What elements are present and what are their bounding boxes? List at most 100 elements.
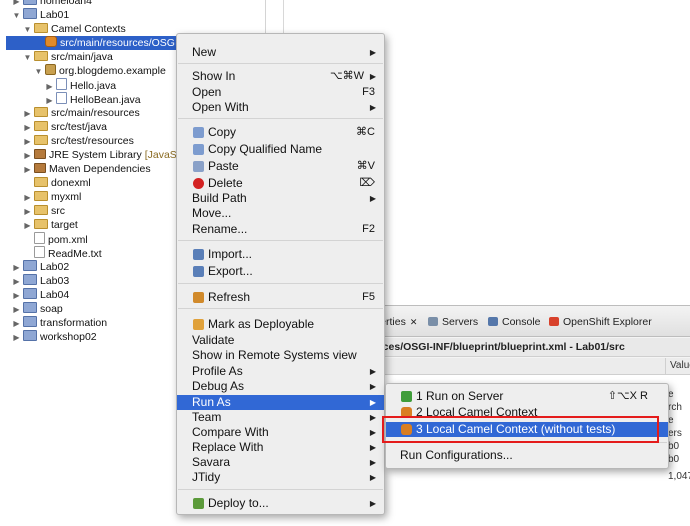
expanded-arrow-icon[interactable]: ▼ <box>12 9 21 23</box>
tree-item-src-test-java[interactable]: ▶ src/test/java <box>23 120 107 134</box>
menu-item-open[interactable]: Open F3 <box>177 85 384 100</box>
menu-item-deploy-to[interactable]: Deploy to... ▶ <box>177 496 384 511</box>
menu-item-copy-qualified-name[interactable]: Copy Qualified Name <box>177 142 384 157</box>
tree-item-label: Lab04 <box>40 289 70 301</box>
collapsed-arrow-icon[interactable]: ▶ <box>23 205 32 219</box>
tree-item-transformation[interactable]: ▶ transformation <box>12 316 107 330</box>
menu-item-build-path[interactable]: Build Path ▶ <box>177 191 384 206</box>
tree-item-readme-txt[interactable]: ReadMe.txt <box>23 246 102 260</box>
tree-item-lab02[interactable]: ▶ Lab02 <box>12 260 69 274</box>
tree-item-label: Lab01 <box>40 9 70 21</box>
menu-item-new[interactable]: New ▶ <box>177 45 384 60</box>
tree-item-pom-xml[interactable]: pom.xml <box>23 232 88 246</box>
collapsed-arrow-icon[interactable]: ▶ <box>23 149 32 163</box>
menu-item-validate[interactable]: Validate <box>177 333 384 348</box>
deploy-to-icon <box>193 498 204 509</box>
collapsed-arrow-icon[interactable]: ▶ <box>12 317 21 331</box>
menu-item-show-in-remote-systems-view[interactable]: Show in Remote Systems view <box>177 348 384 363</box>
tree-item-hello-java[interactable]: ▶ Hello.java <box>45 78 116 92</box>
tree-item-maven-dependencies[interactable]: ▶ Maven Dependencies <box>23 162 151 176</box>
proj-icon <box>23 274 37 285</box>
tree-item-hellobean-java[interactable]: ▶ HelloBean.java <box>45 92 141 106</box>
menu-item-delete[interactable]: Delete ⌦ <box>177 176 384 191</box>
tree-item-lab04[interactable]: ▶ Lab04 <box>12 288 69 302</box>
menu-item-label: JTidy <box>192 470 221 484</box>
menu-item-refresh[interactable]: Refresh F5 <box>177 290 384 305</box>
tree-item-src-test-resources[interactable]: ▶ src/test/resources <box>23 134 134 148</box>
context-menu[interactable]: New ▶ Show In ⌥⌘W ▶ Open F3 Open With ▶ Copy ⌘C Cop… <box>176 33 385 515</box>
tree-item-label: src <box>51 205 65 217</box>
collapsed-arrow-icon[interactable]: ▶ <box>23 163 32 177</box>
menu-shortcut: ⌘C <box>356 126 375 138</box>
server-run-icon <box>401 391 412 402</box>
refresh-icon <box>193 292 204 303</box>
tree-item-lab01[interactable]: ▼ Lab01 <box>12 8 69 22</box>
menu-item-move[interactable]: Move... <box>177 206 384 221</box>
tree-item-camel-contexts[interactable]: ▼ Camel Contexts <box>23 22 126 36</box>
collapsed-arrow-icon[interactable]: ▶ <box>12 303 21 317</box>
menu-item-run-as[interactable]: Run As ▶ <box>177 395 384 410</box>
proj-icon <box>23 0 37 5</box>
menu-item-show-in[interactable]: Show In ⌥⌘W ▶ <box>177 69 384 84</box>
submenu-arrow-icon: ▶ <box>369 413 376 422</box>
folder-icon <box>34 219 48 229</box>
tree-item-workshop02[interactable]: ▶ workshop02 <box>12 330 97 344</box>
run-as-item-1-run-on-server[interactable]: 1 Run on Server ⇧⌥X R <box>386 389 668 404</box>
collapsed-arrow-icon[interactable]: ▶ <box>23 107 32 121</box>
menu-item-jtidy[interactable]: JTidy ▶ <box>177 470 384 485</box>
property-value[interactable]: 1,047 <box>668 471 690 482</box>
close-icon[interactable]: ✕ <box>410 317 418 327</box>
expanded-arrow-icon[interactable]: ▼ <box>34 65 43 79</box>
menu-item-compare-with[interactable]: Compare With ▶ <box>177 425 384 440</box>
tree-item-src-main-java[interactable]: ▼ src/main/java <box>23 50 113 64</box>
property-value[interactable]: rch <box>668 402 682 413</box>
expanded-arrow-icon[interactable]: ▼ <box>23 51 32 65</box>
menu-item-export[interactable]: Export... <box>177 264 384 279</box>
tree-item-src-main-resources[interactable]: ▶ src/main/resources <box>23 106 140 120</box>
collapsed-arrow-icon[interactable]: ▶ <box>12 289 21 303</box>
collapsed-arrow-icon[interactable]: ▶ <box>23 219 32 233</box>
collapsed-arrow-icon[interactable]: ▶ <box>12 261 21 275</box>
menu-item-team[interactable]: Team ▶ <box>177 410 384 425</box>
menu-item-open-with[interactable]: Open With ▶ <box>177 100 384 115</box>
tree-item-myxml[interactable]: ▶ myxml <box>23 190 81 204</box>
tree-item-soap[interactable]: ▶ soap <box>12 302 63 316</box>
collapsed-arrow-icon[interactable]: ▶ <box>23 121 32 135</box>
menu-item-rename[interactable]: Rename... F2 <box>177 222 384 237</box>
collapsed-arrow-icon[interactable]: ▶ <box>12 331 21 345</box>
property-value[interactable]: b0 <box>668 441 679 452</box>
property-value[interactable]: ers <box>668 428 682 439</box>
menu-item-label: Import... <box>208 247 253 261</box>
expanded-arrow-icon[interactable]: ▼ <box>23 23 32 37</box>
menu-item-label: New <box>192 45 217 59</box>
tree-item-donexml[interactable]: donexml <box>23 176 91 190</box>
menu-item-import[interactable]: Import... <box>177 247 384 262</box>
collapsed-arrow-icon[interactable]: ▶ <box>23 191 32 205</box>
tree-item-lab03[interactable]: ▶ Lab03 <box>12 274 69 288</box>
tree-item-homeloan4[interactable]: ▶ homeloan4 <box>12 0 92 8</box>
collapsed-arrow-icon[interactable]: ▶ <box>12 275 21 289</box>
menu-item-paste[interactable]: Paste ⌘V <box>177 159 384 174</box>
property-value[interactable]: b0 <box>668 454 679 465</box>
menu-item-savara[interactable]: Savara ▶ <box>177 455 384 470</box>
menu-item-label: Copy <box>208 125 237 139</box>
properties-path: resources/OSGI-INF/blueprint/blueprint.x… <box>340 338 690 357</box>
tab-openshift-explorer[interactable]: OpenShift Explorer <box>549 315 652 329</box>
tree-item-label: src/main/java <box>51 51 113 63</box>
menu-item-debug-as[interactable]: Debug As ▶ <box>177 379 384 394</box>
tree-item-target[interactable]: ▶ target <box>23 218 78 232</box>
run-as-item-run-configurations[interactable]: Run Configurations... <box>386 448 668 463</box>
tab-servers[interactable]: Servers <box>428 315 478 329</box>
menu-item-replace-with[interactable]: Replace With ▶ <box>177 440 384 455</box>
collapsed-arrow-icon[interactable]: ▶ <box>23 135 32 149</box>
tree-item-org-blogdemo-example[interactable]: ▼ org.blogdemo.example <box>34 64 166 78</box>
xml-icon <box>34 232 45 244</box>
tab-console[interactable]: Console <box>488 315 541 329</box>
tree-item-label: workshop02 <box>40 331 97 343</box>
menu-item-copy[interactable]: Copy ⌘C <box>177 125 384 140</box>
menu-item-profile-as[interactable]: Profile As ▶ <box>177 364 384 379</box>
value-column-header[interactable]: Value <box>665 358 690 374</box>
tree-item-src[interactable]: ▶ src <box>23 204 65 218</box>
menu-item-label: Replace With <box>192 440 264 454</box>
menu-item-mark-as-deployable[interactable]: Mark as Deployable <box>177 317 384 332</box>
